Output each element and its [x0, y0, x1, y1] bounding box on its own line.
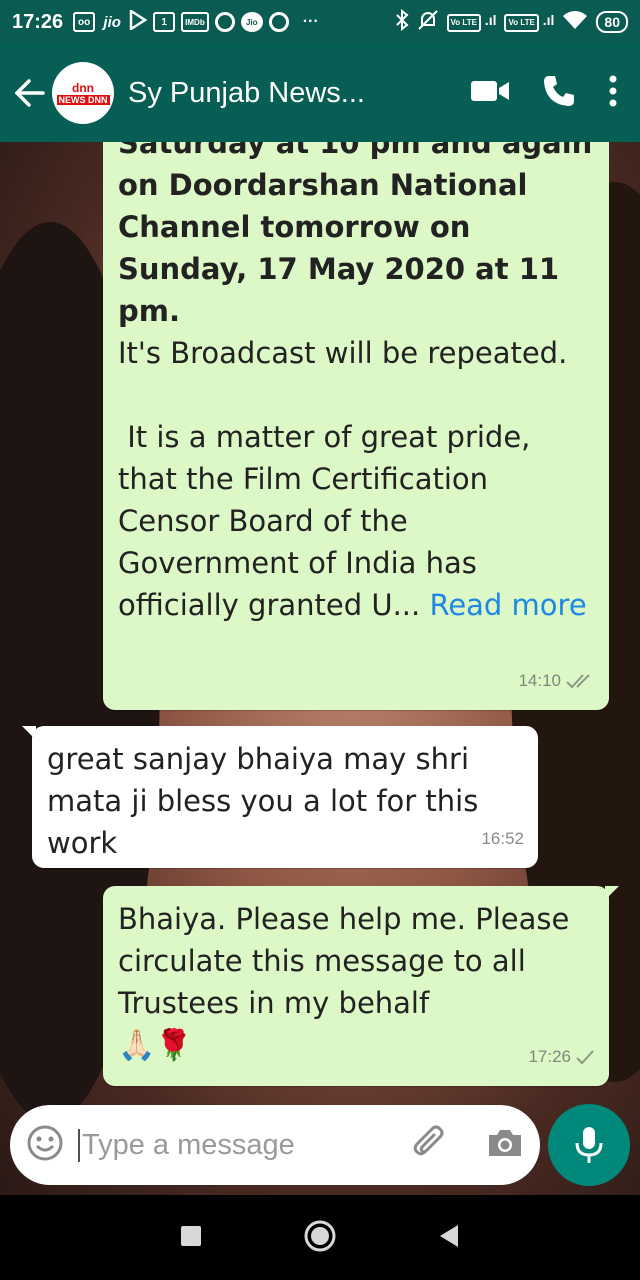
message-meta: 17:26 [528, 1036, 595, 1078]
message-meta: 14:10 [518, 660, 595, 702]
chat-title[interactable]: Sy Punjab News... [128, 77, 470, 110]
camera-button[interactable] [486, 1127, 524, 1163]
message-text: It's Broadcast will be repeated. [118, 336, 568, 370]
voice-call-button[interactable] [542, 74, 576, 112]
message-time: 14:10 [518, 671, 561, 690]
single-tick-icon [576, 1050, 594, 1065]
system-icons: Vo LTE .ıl Vo LTE .ıl 80 [395, 8, 628, 36]
square-icon [181, 1225, 202, 1246]
more-notifications-icon: ··· [302, 13, 319, 30]
message-text: great sanjay bhaiya may shri mata ji ble… [47, 742, 479, 860]
circle-home-icon [304, 1220, 336, 1251]
paperclip-icon [413, 1125, 444, 1156]
avatar-logo-bottom: NEWS DNN [56, 95, 110, 105]
circle-icon [214, 12, 235, 32]
menu-button[interactable] [608, 75, 618, 111]
header-actions [470, 74, 618, 112]
message-bold-text: Saturday at 10 pm and again on Doordarsh… [118, 142, 593, 328]
recent-apps-button[interactable] [180, 1225, 202, 1251]
emoji-icon [27, 1125, 63, 1161]
video-camera-icon [471, 81, 509, 101]
more-vertical-icon [609, 75, 617, 107]
signal-2-icon: Vo LTE .ıl [504, 12, 554, 32]
back-button[interactable] [6, 63, 54, 123]
camera-icon [489, 1130, 521, 1156]
chat-header: dnn NEWS DNN Sy Punjab News... [0, 44, 640, 142]
signal-1-icon: Vo LTE .ıl [446, 12, 496, 32]
message-time: 17:26 [528, 1047, 571, 1066]
battery-indicator: 80 [596, 11, 628, 33]
system-navigation-bar [0, 1195, 640, 1280]
imdb-icon: IMDb [181, 12, 209, 32]
notification-icons: oo jio 1 IMDb Jio ··· [73, 8, 394, 35]
message-bubble-incoming[interactable]: great sanjay bhaiya may shri mata ji ble… [22, 726, 538, 868]
voicemail-icon: oo [73, 12, 96, 32]
jio-app-icon: jio [103, 13, 121, 31]
triangle-back-icon [439, 1224, 458, 1247]
message-bubble-outgoing[interactable]: Bhaiya. Please help me. Please circulate… [103, 886, 619, 1086]
home-button[interactable] [303, 1219, 337, 1257]
voice-record-button[interactable] [548, 1104, 630, 1186]
message-emoji: 🙏🏻🌹 [118, 1028, 193, 1063]
message-bubble-outgoing[interactable]: Saturday at 10 pm and again on Doordarsh… [103, 142, 609, 710]
back-nav-button[interactable] [438, 1224, 460, 1252]
double-tick-icon [566, 674, 590, 689]
status-bar: 17:26 oo jio 1 IMDb Jio ··· Vo LTE .ıl V… [0, 0, 640, 44]
back-arrow-icon [15, 79, 45, 107]
status-time: 17:26 [12, 10, 64, 33]
message-time: 16:52 [481, 829, 524, 848]
avatar[interactable]: dnn NEWS DNN [52, 62, 114, 124]
chat-area[interactable]: Saturday at 10 pm and again on Doordarsh… [0, 142, 640, 1195]
message-meta: 16:52 [481, 818, 524, 860]
mute-bell-icon [417, 9, 439, 36]
wifi-icon [562, 10, 588, 35]
video-call-button[interactable] [470, 78, 510, 108]
bluetooth-icon [395, 8, 409, 36]
notification-count-icon: 1 [153, 12, 176, 32]
circle-icon [268, 12, 289, 32]
message-text: Bhaiya. Please help me. Please circulate… [118, 902, 570, 1020]
read-more-link[interactable]: Read more [429, 588, 586, 622]
message-input[interactable]: Type a message [78, 1128, 412, 1162]
phone-icon [544, 76, 574, 106]
jio-icon: Jio [240, 12, 263, 32]
attach-button[interactable] [412, 1125, 448, 1165]
message-input-bar: Type a message [10, 1105, 540, 1185]
avatar-logo-top: dnn [72, 81, 94, 95]
microphone-icon [575, 1127, 603, 1163]
emoji-button[interactable] [26, 1124, 64, 1166]
play-store-icon [129, 8, 148, 35]
